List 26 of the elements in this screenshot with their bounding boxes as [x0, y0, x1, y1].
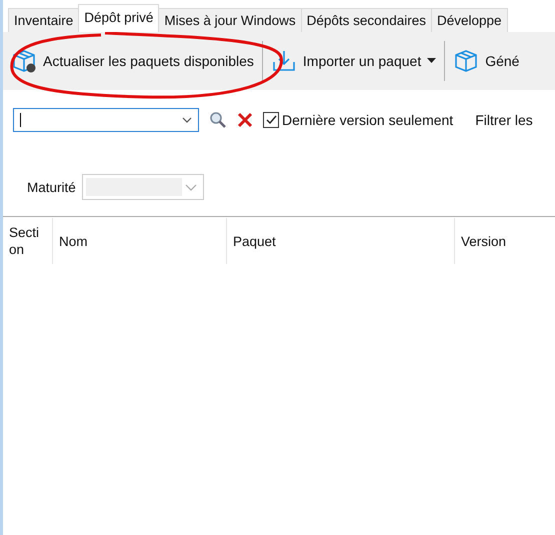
- chevron-down-icon: [182, 117, 192, 123]
- toolbar-button[interactable]: Importer un paquet: [266, 44, 440, 78]
- checkbox[interactable]: [263, 112, 279, 128]
- column-header[interactable]: Section: [3, 218, 53, 264]
- maturity-label: Maturité: [27, 180, 76, 194]
- column-header[interactable]: Paquet: [227, 218, 455, 264]
- chevron-down-icon: [184, 184, 197, 190]
- toolbar-button[interactable]: Géné: [449, 44, 524, 78]
- tab[interactable]: Développe: [430, 8, 508, 32]
- download-icon: [270, 48, 297, 74]
- tab[interactable]: Inventaire: [8, 8, 80, 32]
- search-field[interactable]: [13, 108, 199, 132]
- caret-icon: [427, 58, 436, 64]
- toolbar-button[interactable]: Actualiser les paquets disponibles: [7, 44, 258, 78]
- clear-icon[interactable]: [237, 112, 253, 128]
- search-icon[interactable]: [209, 111, 227, 129]
- checkbox-label: Dernière version seulement: [282, 112, 454, 128]
- tab[interactable]: Dépôt privé: [78, 4, 160, 32]
- column-header[interactable]: Version: [455, 218, 555, 264]
- tab[interactable]: Dépôts secondaires: [300, 8, 432, 32]
- column-header[interactable]: Nom: [53, 218, 227, 264]
- package-refresh-icon: [11, 48, 37, 74]
- filter-label: Filtrer les: [475, 112, 533, 128]
- tab[interactable]: Mises à jour Windows: [158, 8, 302, 32]
- check-icon: [266, 115, 276, 125]
- package-icon: [453, 48, 480, 74]
